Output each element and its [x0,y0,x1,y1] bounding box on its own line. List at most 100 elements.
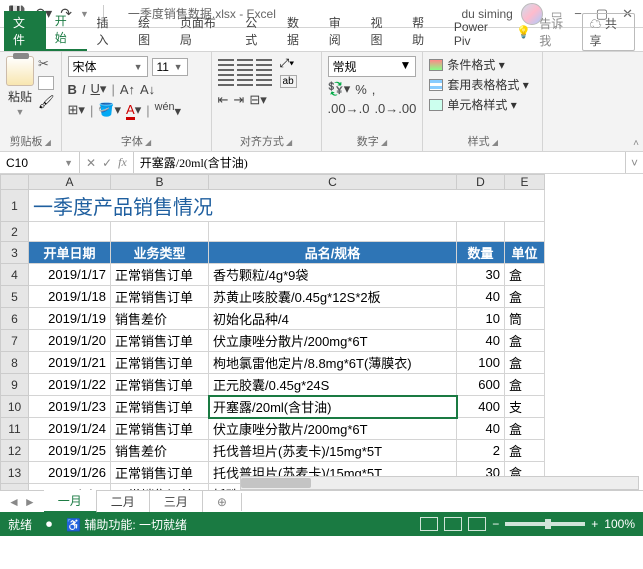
decrease-decimal-icon[interactable]: .0→.00 [374,101,416,116]
underline-button[interactable]: U▾ [91,81,107,97]
cell-product[interactable]: 伏立康唑分散片/200mg*6T [209,330,457,352]
column-header-2[interactable]: 品名/规格 [209,242,457,264]
accounting-format-button[interactable]: 💱▾ [328,81,351,97]
cell-date[interactable]: 2019/1/27 [29,484,111,491]
sheet-tab-jan[interactable]: 一月 [44,490,97,513]
expand-formula-icon[interactable]: ˅ [625,152,643,173]
decrease-font-icon[interactable]: A↓ [140,82,155,97]
increase-font-icon[interactable]: A↑ [120,82,135,97]
cell-unit[interactable]: 盒 [505,286,545,308]
fill-color-button[interactable]: 🪣▾ [98,102,121,118]
row-header-7[interactable]: 7 [1,330,29,352]
phonetic-button[interactable]: wén▾ [155,101,181,119]
fx-icon[interactable]: fx [118,155,127,170]
cell-qty[interactable]: 40 [457,418,505,440]
table-row[interactable]: 72019/1/20正常销售订单伏立康唑分散片/200mg*6T40盒 [1,330,545,352]
lightbulb-icon[interactable]: 💡 [516,25,531,39]
cell-type[interactable]: 正常销售订单 [111,330,209,352]
sheet-nav-prev-icon[interactable]: ◄ [8,495,20,509]
cell-qty[interactable]: 100 [457,352,505,374]
col-header-D[interactable]: D [457,175,505,190]
cell-unit[interactable]: 盒 [505,374,545,396]
row-header-5[interactable]: 5 [1,286,29,308]
cell-qty[interactable]: 10 [457,308,505,330]
column-header-1[interactable]: 业务类型 [111,242,209,264]
cell-type[interactable]: 正常销售订单 [111,352,209,374]
cell-qty[interactable]: 30 [457,264,505,286]
zoom-in-button[interactable]: + [591,517,598,531]
macro-record-icon[interactable]: ⏺ [46,517,52,532]
tab-powerpivot[interactable]: Power Piv [445,17,516,51]
table-format-button[interactable]: 套用表格格式 ▾ [429,76,536,93]
column-header-4[interactable]: 单位 [505,242,545,264]
cell-unit[interactable]: 筒 [505,308,545,330]
cell-product[interactable]: 开塞露/20ml(含甘油) [209,396,457,418]
tab-home[interactable]: 开始 [46,9,88,51]
zoom-out-button[interactable]: − [492,517,499,531]
title-cell[interactable]: 一季度产品销售情况 [29,190,545,222]
comma-button[interactable]: , [372,82,376,97]
cell-product[interactable]: 初始化品种/4 [209,308,457,330]
cell-date[interactable]: 2019/1/22 [29,374,111,396]
cell-type[interactable]: 正常销售订单 [111,462,209,484]
wrap-text-button[interactable]: ab [280,75,297,88]
cell-date[interactable]: 2019/1/18 [29,286,111,308]
font-size-select[interactable]: 11▼ [152,58,188,76]
name-box[interactable]: C10▼ [0,152,80,173]
cell-product[interactable]: 正元胶囊/0.45g*24S [209,374,457,396]
tab-insert[interactable]: 插入 [87,11,129,51]
tab-help[interactable]: 帮助 [403,11,445,51]
italic-button[interactable]: I [82,82,86,97]
tab-review[interactable]: 审阅 [320,11,362,51]
normal-view-icon[interactable] [420,517,438,531]
number-format-select[interactable]: 常规▼ [328,56,417,77]
cancel-formula-icon[interactable]: ✕ [86,156,96,170]
col-header-E[interactable]: E [505,175,545,190]
increase-decimal-icon[interactable]: .00→.0 [328,101,370,116]
paste-button[interactable]: 粘贴 ▼ [6,56,34,117]
cell-date[interactable]: 2019/1/17 [29,264,111,286]
table-row[interactable]: 92019/1/22正常销售订单正元胶囊/0.45g*24S600盒 [1,374,545,396]
border-button[interactable]: ⊞▾ [68,102,85,118]
sheet-nav-next-icon[interactable]: ► [24,495,36,509]
table-row[interactable]: 112019/1/24正常销售订单伏立康唑分散片/200mg*6T40盒 [1,418,545,440]
cell-unit[interactable]: 盒 [505,352,545,374]
col-header-A[interactable]: A [29,175,111,190]
cell-type[interactable]: 销售差价 [111,440,209,462]
cell-type[interactable]: 正常销售订单 [111,374,209,396]
column-header-0[interactable]: 开单日期 [29,242,111,264]
cell-product[interactable]: 托伐普坦片(苏麦卡)/15mg*5T [209,440,457,462]
cell-product[interactable]: 香芍颗粒/4g*9袋 [209,264,457,286]
cell-date[interactable]: 2019/1/23 [29,396,111,418]
collapse-ribbon-icon[interactable]: ˄ [633,138,639,149]
row-header-12[interactable]: 12 [1,440,29,462]
row-header-10[interactable]: 10 [1,396,29,418]
row-header-4[interactable]: 4 [1,264,29,286]
cell-qty[interactable]: 600 [457,374,505,396]
cell-type[interactable]: 正常销售订单 [111,396,209,418]
formula-input[interactable]: 开塞露/20ml(含甘油) [134,152,625,173]
tab-formulas[interactable]: 公式 [236,11,278,51]
enter-formula-icon[interactable]: ✓ [102,156,112,170]
cell-unit[interactable]: 盒 [505,440,545,462]
align-buttons[interactable] [218,59,272,86]
cell-product[interactable]: 伏立康唑分散片/200mg*6T [209,418,457,440]
cell-type[interactable]: 正常销售订单 [111,264,209,286]
cell-type[interactable]: 正常销售订单 [111,418,209,440]
cell-type[interactable]: 销售差价 [111,308,209,330]
tellme-input[interactable]: 告诉我 [539,15,574,49]
row-header-8[interactable]: 8 [1,352,29,374]
copy-icon[interactable] [38,76,54,90]
cell-product[interactable]: 苏黄止咳胶囊/0.45g*12S*2板 [209,286,457,308]
increase-indent-icon[interactable]: ⇥ [233,92,244,108]
tab-view[interactable]: 视图 [361,11,403,51]
percent-button[interactable]: % [355,82,367,97]
format-painter-icon[interactable]: 🖌 [38,94,55,110]
cell-unit[interactable]: 支 [505,396,545,418]
tab-pagelayout[interactable]: 页面布局 [171,11,236,51]
pagebreak-view-icon[interactable] [468,517,486,531]
col-header-B[interactable]: B [111,175,209,190]
merge-button[interactable]: ⊟▾ [249,92,266,108]
tab-data[interactable]: 数据 [278,11,320,51]
cell-type[interactable]: 正常销售订单 [111,484,209,491]
